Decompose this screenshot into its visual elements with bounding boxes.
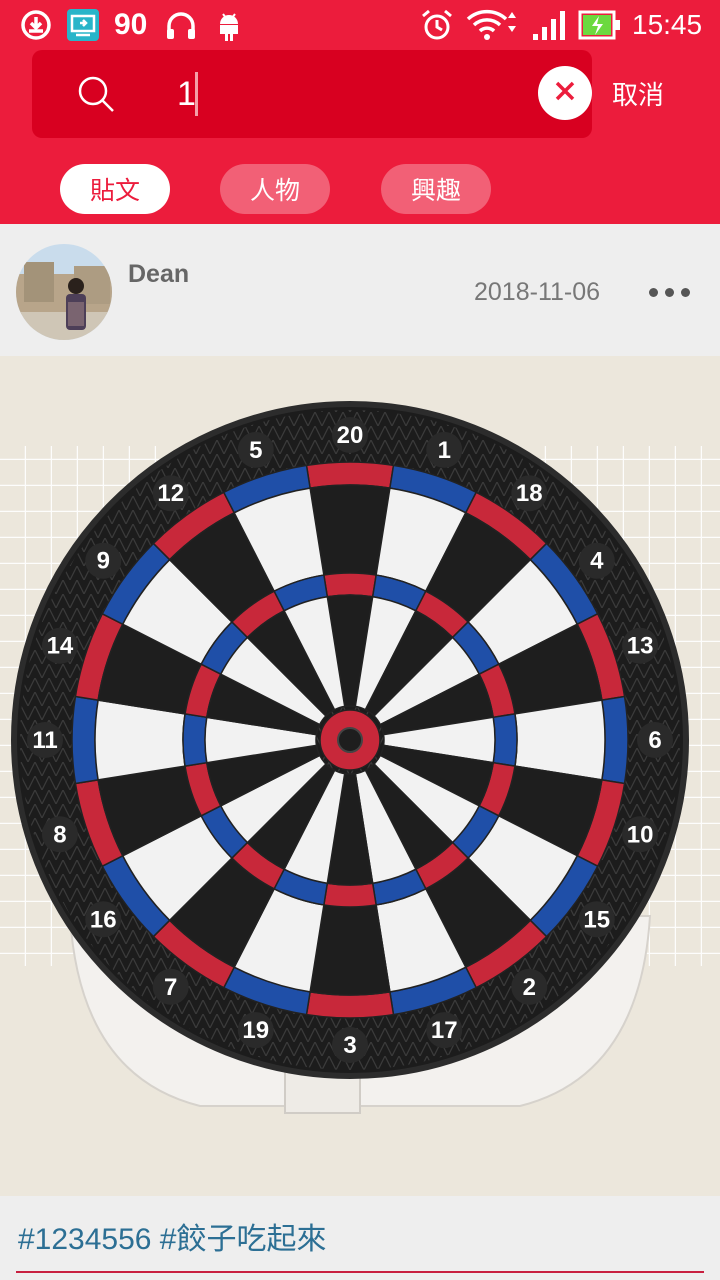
post-image[interactable]: 20 1 18 4 13 6 10 15 2 17 3 19 7 16 8 11 14 9 12 5 bbox=[0, 356, 720, 1196]
dartboard-number: 15 bbox=[583, 906, 610, 933]
dartboard-number: 1 bbox=[438, 437, 451, 464]
dartboard-number: 9 bbox=[97, 548, 110, 575]
dot bbox=[680, 287, 690, 297]
signal-icon bbox=[530, 6, 568, 44]
headset-icon bbox=[164, 6, 198, 44]
treble-ring-segment bbox=[323, 882, 377, 908]
dartboard-number: 16 bbox=[90, 906, 117, 933]
battery-charging-icon bbox=[578, 6, 622, 44]
treble-ring-segment bbox=[182, 713, 208, 767]
divider bbox=[16, 1271, 704, 1273]
clock-time: 15:45 bbox=[632, 9, 703, 40]
treble-ring-segment bbox=[323, 572, 377, 598]
download-icon bbox=[20, 6, 52, 44]
dartboard-number: 7 bbox=[164, 974, 177, 1001]
tab-posts[interactable]: 貼文 bbox=[60, 164, 170, 214]
alarm-icon bbox=[420, 6, 454, 44]
search-icon bbox=[76, 74, 116, 114]
bullseye bbox=[337, 727, 363, 753]
dartboard-number: 2 bbox=[523, 974, 536, 1001]
post-date: 2018-11-06 bbox=[474, 278, 601, 306]
dartboard-number: 19 bbox=[242, 1017, 269, 1044]
battery-level-text: 90 bbox=[114, 8, 148, 41]
dartboard-number: 13 bbox=[627, 633, 654, 660]
dot bbox=[664, 287, 674, 297]
android-icon bbox=[214, 6, 244, 44]
dartboard-number: 5 bbox=[249, 437, 262, 464]
more-options-button[interactable] bbox=[644, 280, 694, 304]
dartboard-number: 18 bbox=[516, 480, 543, 507]
text-caret bbox=[195, 72, 198, 116]
cancel-button[interactable]: 取消 bbox=[612, 74, 664, 118]
post-tags[interactable]: #1234556 #餃子吃起來 bbox=[18, 1214, 327, 1258]
dartboard-number: 6 bbox=[648, 727, 661, 754]
dartboard-number: 3 bbox=[343, 1032, 356, 1059]
avatar[interactable] bbox=[16, 244, 112, 340]
dartboard-number: 8 bbox=[53, 821, 66, 848]
author-name[interactable]: Dean bbox=[128, 260, 189, 289]
screen-cast-icon bbox=[66, 6, 100, 44]
search-box[interactable]: 1 bbox=[32, 50, 592, 138]
top-app-bar: 90 15:45 1 取消 貼文 人物 興趣 bbox=[0, 0, 720, 224]
post-header: Dean 2018-11-06 bbox=[0, 224, 720, 356]
dartboard-number: 11 bbox=[32, 727, 57, 754]
search-input[interactable]: 1 bbox=[177, 70, 196, 118]
double-ring-segment bbox=[601, 695, 629, 785]
dartboard-number: 12 bbox=[157, 480, 184, 507]
dartboard-number: 4 bbox=[590, 548, 604, 575]
dartboard-number: 17 bbox=[431, 1017, 458, 1044]
double-ring-segment bbox=[305, 461, 395, 489]
dartboard-number: 20 bbox=[337, 422, 364, 449]
tab-people[interactable]: 人物 bbox=[220, 164, 330, 214]
treble-ring-segment bbox=[492, 713, 518, 767]
dartboard-number: 10 bbox=[627, 821, 654, 848]
status-bar: 90 15:45 bbox=[0, 0, 720, 50]
double-ring-segment bbox=[305, 991, 395, 1019]
clear-search-button[interactable] bbox=[538, 66, 592, 120]
dartboard-segments bbox=[71, 461, 629, 1019]
dot bbox=[648, 287, 658, 297]
dartboard-number: 14 bbox=[47, 633, 74, 660]
dartboard-image: 20 1 18 4 13 6 10 15 2 17 3 19 7 16 8 11 14 9 12 5 bbox=[0, 356, 720, 1196]
wifi-icon bbox=[466, 6, 520, 44]
double-ring-segment bbox=[71, 695, 99, 785]
tab-interests[interactable]: 興趣 bbox=[381, 164, 491, 214]
close-icon bbox=[554, 80, 576, 106]
